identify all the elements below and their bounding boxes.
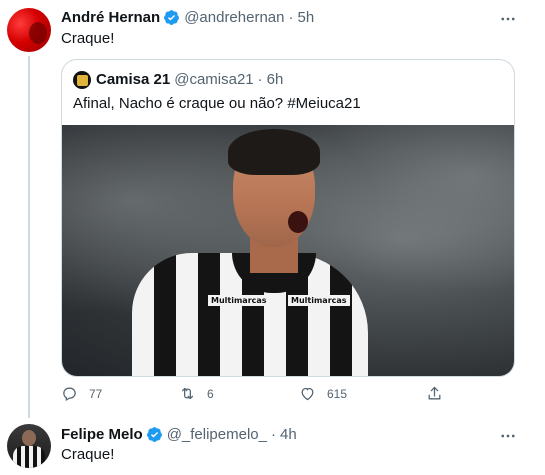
thread-line: [28, 56, 30, 418]
quoted-tweet[interactable]: Camisa 21 @camisa21 · 6h Afinal, Nacho é…: [61, 59, 515, 377]
retweet-icon: [179, 385, 196, 402]
verified-icon: [146, 426, 163, 443]
shirt-sponsor: Multimarcas: [288, 295, 350, 306]
tweet-header: André Hernan @andrehernan · 5h: [61, 9, 314, 26]
quoted-avatar: [73, 71, 91, 89]
verified-icon: [163, 9, 180, 26]
timestamp[interactable]: 4h: [280, 426, 297, 443]
avatar[interactable]: [7, 8, 51, 52]
avatar[interactable]: [7, 424, 51, 468]
more-icon[interactable]: [497, 8, 519, 30]
tweet-header: Felipe Melo @_felipemelo_ · 4h: [61, 426, 297, 443]
quoted-author-name: Camisa 21: [96, 71, 171, 88]
tweet-actions: 77 6 615: [61, 385, 461, 407]
separator-dot: ·: [257, 71, 263, 88]
tweet[interactable]: André Hernan @andrehernan · 5h Craque! C…: [0, 0, 545, 418]
timestamp[interactable]: 5h: [298, 9, 315, 26]
reply-button[interactable]: 77: [61, 385, 102, 402]
author-name[interactable]: Felipe Melo: [61, 426, 143, 443]
share-icon: [426, 385, 443, 402]
like-count: 615: [327, 386, 348, 401]
quoted-header: Camisa 21 @camisa21 · 6h: [96, 71, 283, 88]
separator-dot: ·: [288, 9, 294, 26]
reply-icon: [61, 385, 78, 402]
reply-count: 77: [89, 386, 103, 401]
separator-dot: ·: [270, 426, 276, 443]
author-handle[interactable]: @_felipemelo_: [167, 426, 267, 443]
like-button[interactable]: 615: [299, 385, 347, 402]
quoted-text: Afinal, Nacho é craque ou não? #Meiuca21: [73, 95, 361, 112]
tweet-text: Craque!: [61, 30, 115, 47]
author-handle[interactable]: @andrehernan: [184, 9, 284, 26]
retweet-count: 6: [207, 386, 214, 401]
more-icon[interactable]: [497, 425, 519, 447]
shirt-sponsor: Multimarcas: [208, 295, 270, 306]
tweet-text: Craque!: [61, 446, 115, 463]
player-hair: [228, 129, 320, 175]
retweet-button[interactable]: 6: [179, 385, 214, 402]
author-name[interactable]: André Hernan: [61, 9, 160, 26]
quoted-timestamp: 6h: [266, 71, 284, 88]
player-mouth: [288, 211, 308, 233]
like-icon: [299, 385, 316, 402]
tweet-photo[interactable]: Multimarcas Multimarcas: [62, 125, 514, 376]
quoted-author-handle: @camisa21: [174, 71, 254, 88]
share-button[interactable]: [426, 385, 443, 402]
